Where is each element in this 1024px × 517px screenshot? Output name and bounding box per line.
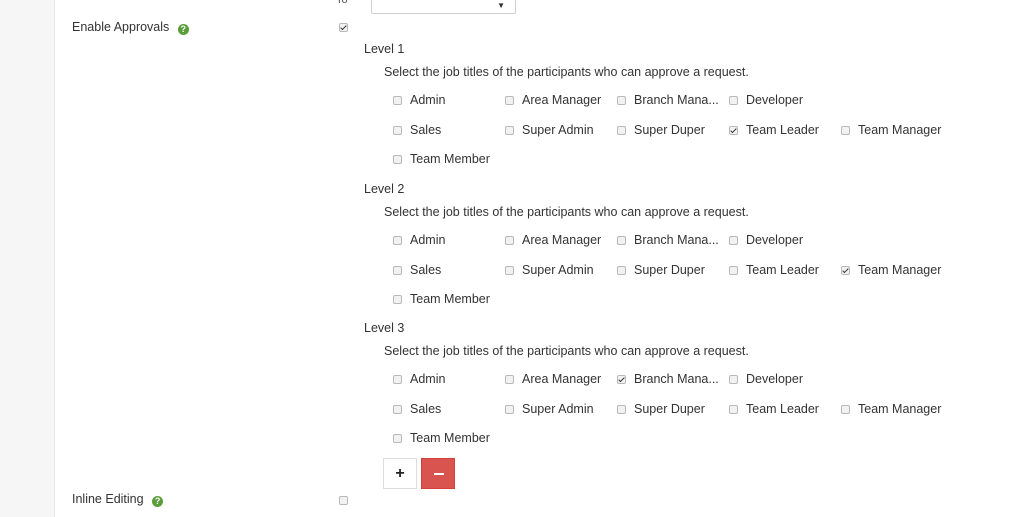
- job-title-checkbox[interactable]: [393, 236, 402, 245]
- job-title-label[interactable]: Super Admin: [522, 263, 594, 277]
- job-title-label[interactable]: Area Manager: [522, 233, 601, 247]
- job-title-checkbox[interactable]: [393, 404, 402, 414]
- job-title-checkbox[interactable]: [393, 295, 402, 304]
- job-title-checkbox[interactable]: [617, 404, 626, 414]
- job-title-checkbox[interactable]: [505, 96, 514, 105]
- job-title-label[interactable]: Team Member: [410, 292, 490, 306]
- job-title-label[interactable]: Super Duper: [634, 123, 705, 137]
- job-title-checkbox[interactable]: [393, 434, 402, 443]
- add-level-button[interactable]: +: [383, 458, 417, 489]
- job-title-checkbox[interactable]: [617, 125, 626, 135]
- plus-icon: +: [395, 465, 405, 482]
- job-title-checkbox[interactable]: [505, 125, 514, 135]
- job-title-label[interactable]: Developer: [746, 93, 803, 107]
- caret-down-icon: ▼: [497, 1, 505, 10]
- job-title-label[interactable]: Team Leader: [746, 263, 819, 277]
- inline-editing-label: Inline Editing: [72, 492, 144, 506]
- level-title: Level 1: [364, 42, 405, 56]
- job-title-checkbox[interactable]: [505, 236, 514, 245]
- job-title-label[interactable]: Team Manager: [858, 402, 941, 416]
- job-title-label[interactable]: Area Manager: [522, 93, 601, 107]
- job-title-label[interactable]: Branch Mana...: [634, 93, 719, 107]
- job-title-checkbox[interactable]: [505, 265, 514, 275]
- job-title-label[interactable]: Sales: [410, 123, 441, 137]
- job-title-label[interactable]: Admin: [410, 372, 445, 386]
- inline-editing-checkbox[interactable]: [339, 496, 348, 505]
- job-title-label[interactable]: Team Member: [410, 431, 490, 445]
- to-label: To: [336, 0, 348, 6]
- job-title-checkbox[interactable]: [729, 125, 738, 135]
- job-title-label[interactable]: Team Leader: [746, 402, 819, 416]
- job-title-label[interactable]: Admin: [410, 93, 445, 107]
- job-title-checkbox[interactable]: [617, 265, 626, 275]
- job-title-checkbox[interactable]: [617, 236, 626, 245]
- level-instruction: Select the job titles of the participant…: [384, 344, 749, 358]
- job-title-checkbox[interactable]: [729, 96, 738, 105]
- job-title-checkbox[interactable]: [617, 375, 626, 384]
- job-title-label[interactable]: Team Leader: [746, 123, 819, 137]
- job-title-label[interactable]: Admin: [410, 233, 445, 247]
- job-title-checkbox[interactable]: [729, 404, 738, 414]
- job-title-label[interactable]: Developer: [746, 233, 803, 247]
- job-title-label[interactable]: Developer: [746, 372, 803, 386]
- job-title-checkbox[interactable]: [841, 404, 850, 414]
- job-title-label[interactable]: Super Duper: [634, 402, 705, 416]
- job-title-label[interactable]: Sales: [410, 263, 441, 277]
- job-title-checkbox[interactable]: [393, 375, 402, 384]
- job-title-label[interactable]: Super Duper: [634, 263, 705, 277]
- job-title-checkbox[interactable]: [729, 236, 738, 245]
- enable-approvals-label: Enable Approvals: [72, 20, 170, 34]
- job-title-label[interactable]: Branch Mana...: [634, 372, 719, 386]
- level-instruction: Select the job titles of the participant…: [384, 205, 749, 219]
- level-instruction: Select the job titles of the participant…: [384, 65, 749, 79]
- job-title-checkbox[interactable]: [393, 125, 402, 135]
- job-title-checkbox[interactable]: [505, 404, 514, 414]
- job-title-checkbox[interactable]: [729, 265, 738, 275]
- inline-editing-row: Inline Editing ?: [72, 492, 164, 507]
- job-title-checkbox[interactable]: [505, 375, 514, 384]
- enable-approvals-row: Enable Approvals ?: [72, 20, 189, 35]
- job-title-label[interactable]: Team Member: [410, 152, 490, 166]
- job-title-label[interactable]: Team Manager: [858, 123, 941, 137]
- level-title: Level 2: [364, 182, 405, 196]
- left-rail: [0, 0, 55, 517]
- job-title-checkbox[interactable]: [393, 265, 402, 275]
- question-circle-icon[interactable]: ?: [152, 496, 164, 507]
- job-title-checkbox[interactable]: [729, 375, 738, 384]
- job-title-checkbox[interactable]: [841, 125, 850, 135]
- job-title-label[interactable]: Super Admin: [522, 402, 594, 416]
- job-title-checkbox[interactable]: [841, 265, 850, 275]
- job-title-label[interactable]: Team Manager: [858, 263, 941, 277]
- job-title-label[interactable]: Area Manager: [522, 372, 601, 386]
- minus-icon: [434, 473, 444, 475]
- job-title-label[interactable]: Sales: [410, 402, 441, 416]
- job-title-label[interactable]: Branch Mana...: [634, 233, 719, 247]
- job-title-label[interactable]: Super Admin: [522, 123, 594, 137]
- job-title-checkbox[interactable]: [393, 155, 402, 164]
- job-title-checkbox[interactable]: [617, 96, 626, 105]
- enable-approvals-checkbox[interactable]: [339, 23, 348, 32]
- remove-level-button[interactable]: [421, 458, 455, 489]
- job-title-checkbox[interactable]: [393, 96, 402, 105]
- question-circle-icon[interactable]: ?: [177, 24, 189, 35]
- level-title: Level 3: [364, 321, 405, 335]
- to-select[interactable]: ▼: [371, 0, 516, 14]
